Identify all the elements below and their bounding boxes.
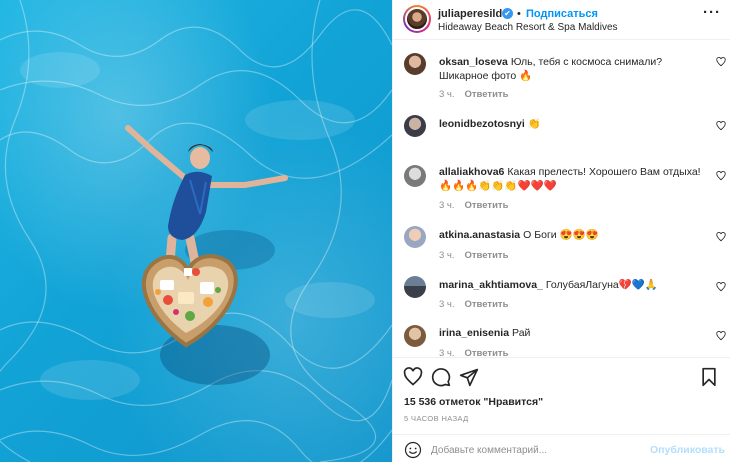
comment-input[interactable] <box>431 441 651 459</box>
comment-text: leonidbezotosnyi 👏 <box>439 117 701 131</box>
like-comment-heart-icon[interactable] <box>716 232 726 242</box>
reply-button[interactable]: Ответить <box>465 299 509 310</box>
pool-photo-illustration <box>0 0 392 462</box>
comment-text: atkina.anastasia О Боги 😍😍😍 <box>439 228 701 242</box>
comment-avatar[interactable] <box>404 276 426 298</box>
reply-button[interactable]: Ответить <box>465 200 509 211</box>
comment-meta: 3 ч. Ответить <box>439 250 508 261</box>
comment-avatar[interactable] <box>404 165 426 187</box>
comment-text: oksan_loseva Юль, тебя с космоса снимали?… <box>439 55 701 83</box>
comment-item: marina_akhtiamova_ ГолубаяЛагуна💔💙🙏 3 ч. О… <box>393 274 730 314</box>
comment-avatar[interactable] <box>404 53 426 75</box>
comment-avatar[interactable] <box>404 226 426 248</box>
comment-time[interactable]: 3 ч. <box>439 299 455 310</box>
like-comment-heart-icon[interactable] <box>716 57 726 67</box>
comment-username[interactable]: allaliakhova6 <box>439 166 504 178</box>
share-paper-plane-icon[interactable] <box>459 367 479 387</box>
comment-body: 👏 <box>527 118 541 130</box>
comments-list[interactable]: oksan_loseva Юль, тебя с космоса снимали?… <box>393 41 730 356</box>
comment-time[interactable]: 3 ч. <box>439 348 455 356</box>
comment-text: marina_akhtiamova_ ГолубаяЛагуна💔💙🙏 <box>439 278 701 292</box>
comment-item: atkina.anastasia О Боги 😍😍😍 3 ч. Ответить <box>393 224 730 264</box>
reply-button[interactable]: Ответить <box>465 89 509 100</box>
reply-button[interactable]: Ответить <box>465 250 509 261</box>
comment-body: Рай <box>512 327 531 339</box>
comment-time[interactable]: 3 ч. <box>439 89 455 100</box>
comment-bubble-icon[interactable] <box>431 367 451 387</box>
comment-avatar[interactable] <box>404 115 426 137</box>
comment-item: leonidbezotosnyi 👏 <box>393 113 730 153</box>
like-comment-heart-icon[interactable] <box>716 331 726 341</box>
comment-body: О Боги 😍😍😍 <box>523 229 599 241</box>
comment-username[interactable]: irina_enisenia <box>439 327 509 339</box>
comment-time[interactable]: 3 ч. <box>439 200 455 211</box>
comment-time[interactable]: 3 ч. <box>439 250 455 261</box>
publish-button[interactable]: Опубликовать <box>650 444 725 456</box>
comment-item: irina_enisenia Рай 3 ч. Ответить <box>393 323 730 356</box>
comment-text: allaliakhova6 Какая прелесть! Хорошего Ва… <box>439 165 701 193</box>
comment-avatar[interactable] <box>404 325 426 347</box>
emoji-smiley-icon[interactable] <box>404 441 422 459</box>
reply-button[interactable]: Ответить <box>465 348 509 356</box>
like-comment-heart-icon[interactable] <box>716 171 726 181</box>
add-comment-bar: Опубликовать <box>393 434 730 462</box>
comment-username[interactable]: leonidbezotosnyi <box>439 118 525 130</box>
comment-body: ГолубаяЛагуна💔💙🙏 <box>545 279 658 291</box>
comment-username[interactable]: oksan_loseva <box>439 56 508 68</box>
comment-item: allaliakhova6 Какая прелесть! Хорошего Ва… <box>393 163 730 213</box>
author-username[interactable]: juliaperesild <box>438 8 502 20</box>
comment-meta: 3 ч. Ответить <box>439 89 508 100</box>
post-header: juliaperesild ✔ • Подписаться Hideaway B… <box>393 0 730 40</box>
more-options-icon[interactable]: ··· <box>703 5 721 20</box>
post-actions: 15 536 отметок "Нравится" 5 ЧАСОВ НАЗАД … <box>393 357 730 462</box>
verified-icon: ✔ <box>502 8 513 19</box>
comment-username[interactable]: atkina.anastasia <box>439 229 520 241</box>
header-separator: • <box>517 8 521 20</box>
likes-count[interactable]: 15 536 отметок "Нравится" <box>404 396 543 408</box>
comment-meta: 3 ч. Ответить <box>439 200 508 211</box>
bookmark-icon[interactable] <box>699 367 719 387</box>
post-photo[interactable] <box>0 0 392 462</box>
comment-meta: 3 ч. Ответить <box>439 348 508 356</box>
like-comment-heart-icon[interactable] <box>716 121 726 131</box>
post-side-panel: juliaperesild ✔ • Подписаться Hideaway B… <box>392 0 730 462</box>
follow-button[interactable]: Подписаться <box>526 8 598 20</box>
like-comment-heart-icon[interactable] <box>716 282 726 292</box>
author-avatar[interactable] <box>403 5 431 33</box>
post-location[interactable]: Hideaway Beach Resort & Spa Maldives <box>438 22 618 33</box>
comment-username[interactable]: marina_akhtiamova_ <box>439 279 543 291</box>
comment-text: irina_enisenia Рай <box>439 326 701 340</box>
comment-meta: 3 ч. Ответить <box>439 299 508 310</box>
like-heart-icon[interactable] <box>403 367 423 387</box>
post-time[interactable]: 5 ЧАСОВ НАЗАД <box>404 414 469 423</box>
comment-item: oksan_loseva Юль, тебя с космоса снимали?… <box>393 51 730 101</box>
